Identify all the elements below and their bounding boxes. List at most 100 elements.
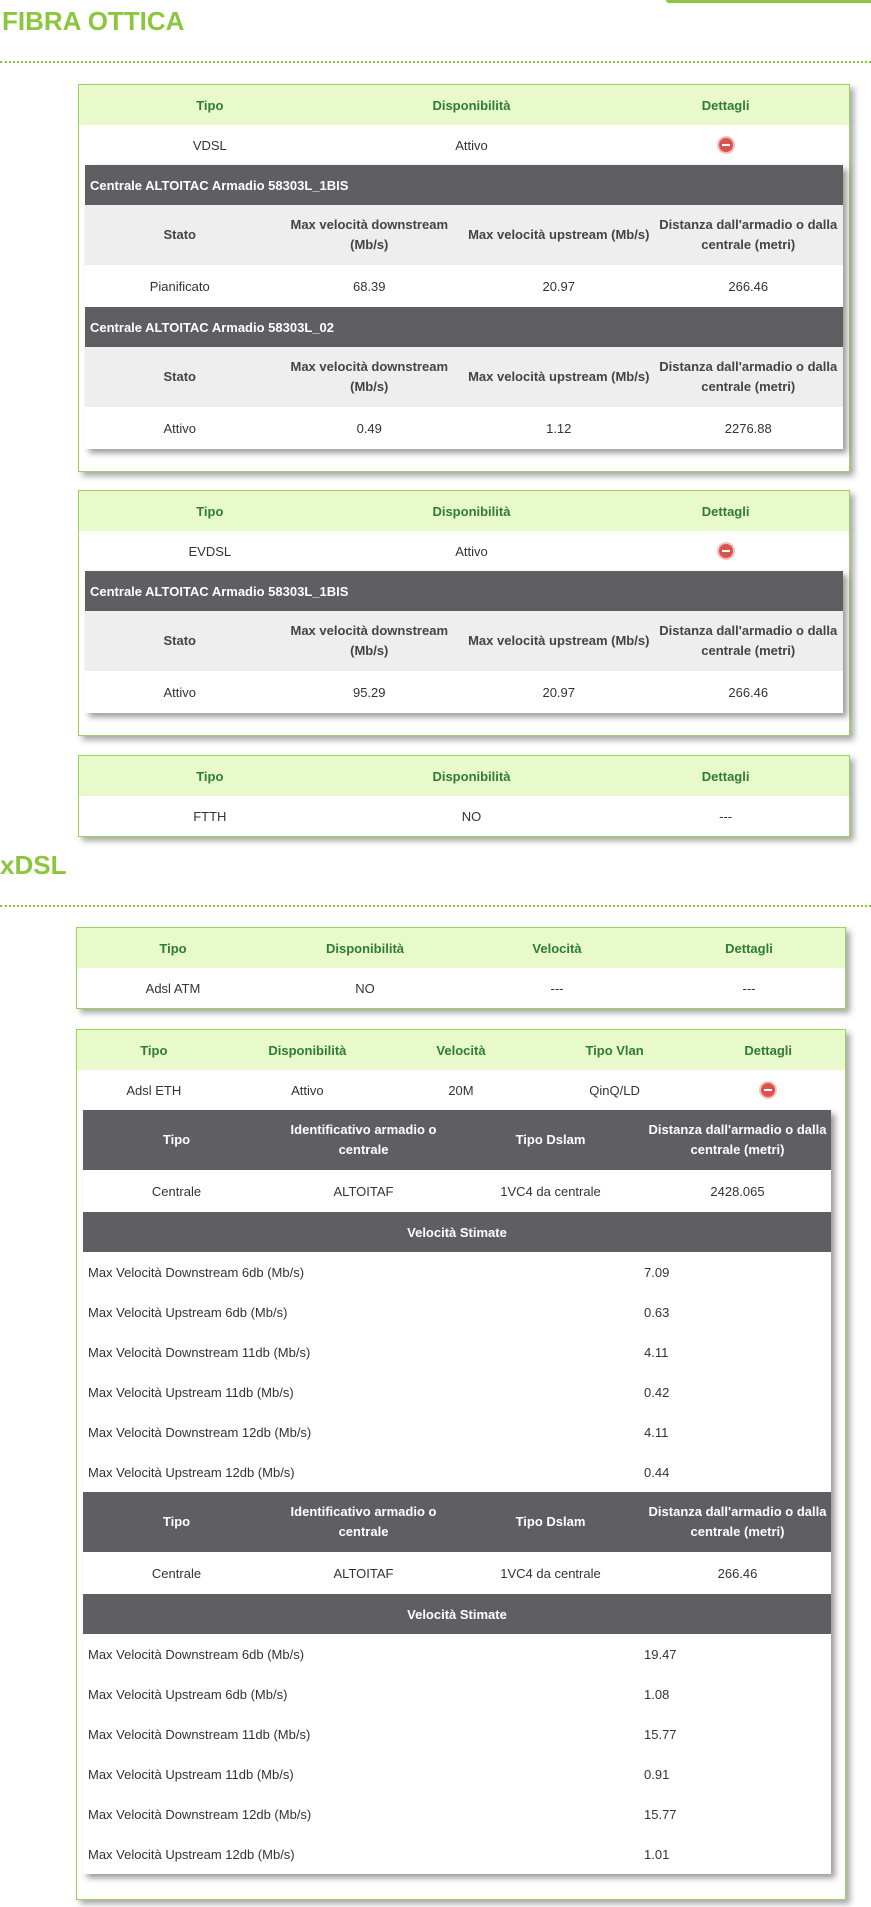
sub-header-stato: Stato	[85, 205, 275, 265]
cell-up: 20.97	[542, 684, 576, 700]
ftth-panel: Tipo Disponibilità Dettagli FTTH NO ---	[78, 755, 850, 837]
stima-value: 7.09	[644, 1264, 670, 1280]
vdsl-panel: Tipo Disponibilità Dettagli VDSL Attivo …	[78, 84, 850, 472]
stima-label: Max Velocità Upstream 11db (Mb/s)	[88, 1766, 294, 1782]
col-header-disponibilita: Disponibilità	[340, 85, 603, 125]
cell-velocita: 20M	[448, 1082, 474, 1098]
cell-disponibilita: NO	[461, 808, 482, 824]
sub-header-stato: Stato	[85, 347, 275, 407]
cell-dettagli: ---	[719, 808, 733, 824]
col-header-tipo: Tipo	[79, 85, 341, 125]
stima-value: 15.77	[644, 1726, 677, 1742]
evdsl-details: Centrale ALTOITAC Armadio 58303L_1BIS St…	[85, 571, 843, 713]
stima-label: Max Velocità Downstream 6db (Mb/s)	[88, 1264, 305, 1280]
vdsl-details: Centrale ALTOITAC Armadio 58303L_1BIS St…	[85, 165, 843, 449]
detail-header-dist: Distanza dall'armadio o dalla centrale (…	[644, 1110, 831, 1170]
cell-tipo-vlan: QinQ/LD	[589, 1082, 640, 1098]
cell-stato: Pianificato	[149, 278, 210, 294]
ftth-table: Tipo Disponibilità Dettagli FTTH NO ---	[79, 756, 849, 836]
cell-dslam: 1VC4 da centrale	[500, 1183, 601, 1199]
cell-tipo: Adsl ETH	[126, 1082, 182, 1098]
top-accent-bar	[666, 0, 871, 3]
section-divider	[0, 61, 871, 63]
cell-dist: 266.46	[717, 1565, 758, 1581]
sub-header-down: Max velocità downstream (Mb/s)	[274, 347, 464, 407]
cell-down: 68.39	[352, 278, 386, 294]
stima-label: Max Velocità Downstream 6db (Mb/s)	[88, 1646, 305, 1662]
cell-disponibilita: Attivo	[455, 543, 488, 559]
stima-value: 15.77	[644, 1806, 677, 1822]
stima-label: Max Velocità Downstream 12db (Mb/s)	[88, 1424, 312, 1440]
adsl-eth-table: Tipo Disponibilità Velocità Tipo Vlan De…	[77, 1030, 845, 1110]
col-header-tipo: Tipo	[79, 491, 341, 531]
cell-dist: 2276.88	[724, 420, 772, 436]
sub-header-dist: Distanza dall'armadio o dalla centrale (…	[653, 611, 843, 671]
stima-value: 1.01	[644, 1846, 670, 1862]
evdsl-main-table: Tipo Disponibilità Dettagli EVDSL Attivo	[79, 491, 849, 571]
stima-label: Max Velocità Upstream 12db (Mb/s)	[88, 1464, 295, 1480]
col-header-dettagli: Dettagli	[602, 756, 849, 796]
cell-id: ALTOITAF	[333, 1565, 394, 1581]
stima-label: Max Velocità Upstream 6db (Mb/s)	[88, 1304, 288, 1320]
detail-header-tipo: Tipo	[83, 1492, 270, 1552]
cell-dist: 266.46	[728, 684, 769, 700]
cell-stato: Attivo	[163, 684, 196, 700]
stime-title: Velocità Stimate	[83, 1594, 831, 1634]
stima-value: 4.11	[644, 1344, 669, 1360]
cell-tipo: FTTH	[193, 808, 227, 824]
cell-up: 20.97	[542, 278, 576, 294]
minus-circle-icon[interactable]	[716, 542, 735, 560]
col-header-tipo: Tipo	[79, 756, 341, 796]
section-divider	[0, 905, 871, 907]
section-title-fibra: FIBRA OTTICA	[2, 6, 185, 36]
col-header-tipo-vlan: Tipo Vlan	[537, 1030, 692, 1070]
col-header-velocita: Velocità	[461, 928, 653, 968]
col-header-tipo: Tipo	[77, 1030, 231, 1070]
stima-value: 0.42	[644, 1384, 670, 1400]
evdsl-panel: Tipo Disponibilità Dettagli EVDSL Attivo…	[78, 490, 850, 736]
detail-header-id: Identificativo armadio o centrale	[270, 1492, 457, 1552]
cell-tipo: Adsl ATM	[145, 980, 201, 996]
detail-header-id: Identificativo armadio o centrale	[270, 1110, 457, 1170]
cell-tipo: VDSL	[192, 137, 227, 153]
col-header-tipo: Tipo	[77, 928, 269, 968]
stima-label: Max Velocità Upstream 6db (Mb/s)	[88, 1686, 288, 1702]
sub-header-up: Max velocità upstream (Mb/s)	[464, 205, 654, 265]
minus-circle-icon[interactable]	[759, 1081, 778, 1099]
cell-stato: Attivo	[163, 420, 196, 436]
cell-down: 0.49	[356, 420, 382, 436]
stima-value: 1.08	[644, 1686, 670, 1702]
cell-tipo: Centrale	[151, 1565, 202, 1581]
section-title-xdsl: xDSL	[0, 850, 67, 880]
stima-label: Max Velocità Upstream 11db (Mb/s)	[88, 1384, 294, 1400]
detail-header-dslam: Tipo Dslam	[457, 1110, 644, 1170]
cell-velocita: ---	[550, 980, 564, 996]
stima-value: 0.44	[644, 1464, 670, 1480]
cell-dettagli: ---	[742, 980, 756, 996]
minus-circle-icon[interactable]	[716, 136, 735, 154]
adsl-eth-details: Tipo Identificativo armadio o centrale T…	[83, 1110, 831, 1874]
detail-header-dist: Distanza dall'armadio o dalla centrale (…	[644, 1492, 831, 1552]
stima-label: Max Velocità Downstream 11db (Mb/s)	[88, 1726, 311, 1742]
sub-header-up: Max velocità upstream (Mb/s)	[464, 611, 654, 671]
cell-id: ALTOITAF	[333, 1183, 394, 1199]
sub-header-down: Max velocità downstream (Mb/s)	[274, 611, 464, 671]
col-header-dettagli: Dettagli	[653, 928, 845, 968]
stima-value: 4.11	[644, 1424, 669, 1440]
col-header-velocita: Velocità	[384, 1030, 538, 1070]
cell-up: 1.12	[546, 420, 572, 436]
stima-label: Max Velocità Upstream 12db (Mb/s)	[88, 1846, 295, 1862]
sub-header-up: Max velocità upstream (Mb/s)	[464, 347, 654, 407]
sub-header-stato: Stato	[85, 611, 275, 671]
col-header-dettagli: Dettagli	[691, 1030, 845, 1070]
cabinet-title: Centrale ALTOITAC Armadio 58303L_02	[85, 307, 843, 347]
stima-label: Max Velocità Downstream 11db (Mb/s)	[88, 1344, 311, 1360]
col-header-dettagli: Dettagli	[602, 85, 849, 125]
col-header-dettagli: Dettagli	[602, 491, 849, 531]
cell-tipo: EVDSL	[188, 543, 232, 559]
cell-dist: 266.46	[728, 278, 769, 294]
stima-label: Max Velocità Downstream 12db (Mb/s)	[88, 1806, 312, 1822]
sub-header-down: Max velocità downstream (Mb/s)	[274, 205, 464, 265]
adsl-atm-panel: Tipo Disponibilità Velocità Dettagli Ads…	[76, 927, 846, 1009]
cell-tipo: Centrale	[151, 1183, 202, 1199]
